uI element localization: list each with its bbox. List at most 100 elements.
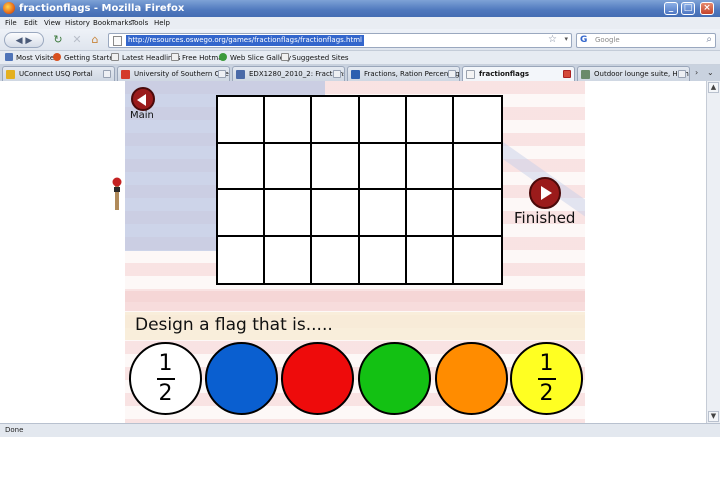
prompt-bar: Design a flag that is..... (125, 312, 585, 340)
menu-bookmarks[interactable]: Bookmarks (93, 19, 132, 27)
green-swatch[interactable] (358, 342, 431, 415)
back-button[interactable]: ◀ ▶ (4, 32, 44, 48)
tab-strip: UConnect USQ Portal University of Southe… (0, 65, 720, 81)
tab-close-icon[interactable] (333, 70, 341, 78)
tab-fractions[interactable]: Fractions, Ration Percentages (347, 66, 460, 81)
menu-edit[interactable]: Edit (24, 19, 38, 27)
flag-cell[interactable] (406, 236, 454, 283)
orange-swatch[interactable] (435, 342, 508, 415)
tab-outdoor[interactable]: Outdoor lounge suite, Home i... (577, 66, 690, 81)
blue-swatch[interactable] (205, 342, 278, 415)
bookmark-suggested-sites[interactable]: Suggested Sites (281, 53, 349, 62)
flag-cell[interactable] (265, 236, 313, 283)
page-icon (111, 53, 119, 61)
stop-icon[interactable]: ✕ (71, 32, 83, 48)
play-arrow-icon (541, 186, 552, 200)
flag-cell[interactable] (312, 190, 360, 237)
page-content: Main Finished Design a flag that is.....… (0, 81, 706, 423)
flag-cell[interactable] (359, 97, 407, 144)
page-icon (171, 53, 179, 61)
menu-file[interactable]: File (5, 19, 17, 27)
flag-cell[interactable] (218, 143, 266, 190)
flag-grid (216, 95, 503, 285)
url-bar[interactable]: http://resources.oswego.org/games/fracti… (108, 33, 572, 48)
scroll-up-icon[interactable]: ▲ (708, 82, 719, 93)
search-field[interactable]: G Google ⌕ (576, 33, 716, 48)
flag-cell[interactable] (312, 143, 360, 190)
vertical-scrollbar[interactable]: ▲ ▼ (706, 81, 720, 423)
close-button[interactable]: × (700, 2, 714, 15)
flag-cell[interactable] (359, 190, 407, 237)
flag-cell[interactable] (453, 190, 501, 237)
menu-tools[interactable]: Tools (131, 19, 148, 27)
finished-label[interactable]: Finished (514, 209, 575, 227)
menu-bar: File Edit View History Bookmarks Tools H… (0, 17, 720, 29)
tab-label: UConnect USQ Portal (19, 70, 93, 78)
tab-close-icon[interactable] (448, 70, 456, 78)
flag-cell[interactable] (359, 143, 407, 190)
bookmark-star-icon[interactable]: ☆ (548, 34, 557, 45)
main-button[interactable] (131, 87, 155, 111)
flag-cell[interactable] (265, 97, 313, 144)
tab-label: Fractions, Ration Percentages (364, 70, 460, 78)
fraction-denominator: 2 (158, 381, 173, 406)
flag-cell[interactable] (453, 97, 501, 144)
bookmark-getting-started[interactable]: Getting Started (53, 53, 118, 62)
flag-cell[interactable] (453, 143, 501, 190)
tab-label: University of Southern Quee... (134, 70, 230, 78)
yellow-swatch[interactable]: 1 2 (510, 342, 583, 415)
finished-button[interactable] (529, 177, 561, 209)
flag-cell[interactable] (218, 236, 266, 283)
tab-uconnect[interactable]: UConnect USQ Portal (2, 66, 115, 81)
tab-close-icon[interactable] (563, 70, 571, 78)
search-icon[interactable]: ⌕ (706, 34, 712, 45)
paintbrush-icon (112, 177, 122, 210)
flag-cell[interactable] (312, 97, 360, 144)
flag-background-stripe (125, 291, 585, 311)
scroll-down-icon[interactable]: ▼ (708, 411, 719, 422)
page-icon (281, 53, 289, 61)
url-dropdown-icon[interactable]: ▾ (564, 35, 568, 43)
white-swatch[interactable]: 1 2 (129, 342, 202, 415)
main-label[interactable]: Main (130, 110, 154, 121)
tab-usq[interactable]: University of Southern Quee... (117, 66, 230, 81)
flag-cell[interactable] (453, 236, 501, 283)
tab-close-icon[interactable] (678, 70, 686, 78)
google-icon: G (580, 35, 588, 45)
tab-scroll-right-icon[interactable]: › (695, 68, 698, 77)
fraction-denominator: 2 (539, 381, 554, 406)
tab-label: fractionflags (479, 70, 529, 78)
flag-cell[interactable] (265, 143, 313, 190)
bookmarks-toolbar: Most Visited Getting Started Latest Head… (0, 51, 720, 65)
flag-cell[interactable] (406, 143, 454, 190)
tab-label: Outdoor lounge suite, Home i... (594, 70, 689, 78)
tab-list-icon[interactable]: ⌄ (707, 68, 714, 77)
menu-help[interactable]: Help (154, 19, 170, 27)
flag-cell[interactable] (312, 236, 360, 283)
flag-cell[interactable] (359, 236, 407, 283)
maximize-button[interactable]: □ (681, 2, 695, 15)
fraction-numerator: 1 (158, 351, 173, 376)
url-text[interactable]: http://resources.oswego.org/games/fracti… (126, 35, 364, 46)
menu-view[interactable]: View (44, 19, 61, 27)
minimize-button[interactable]: _ (664, 2, 678, 15)
red-swatch[interactable] (281, 342, 354, 415)
tab-favicon (581, 70, 590, 79)
flag-cell[interactable] (218, 190, 266, 237)
menu-history[interactable]: History (65, 19, 90, 27)
flag-cell[interactable] (406, 97, 454, 144)
tab-close-icon[interactable] (218, 70, 226, 78)
window-title: fractionflags - Mozilla Firefox (19, 3, 185, 14)
tab-fractionflags[interactable]: fractionflags (462, 66, 575, 81)
tab-close-icon[interactable] (103, 70, 111, 78)
tab-edx1280[interactable]: EDX1280_2010_2: Fractions-... (232, 66, 345, 81)
fraction-bar (537, 378, 556, 380)
fraction-numerator: 1 (539, 351, 554, 376)
flag-cell[interactable] (406, 190, 454, 237)
home-icon[interactable]: ⌂ (89, 32, 101, 48)
bookmark-most-visited[interactable]: Most Visited (5, 53, 59, 62)
flag-cell[interactable] (265, 190, 313, 237)
tab-favicon (6, 70, 15, 79)
flag-cell[interactable] (218, 97, 266, 144)
reload-icon[interactable]: ↻ (52, 32, 64, 48)
